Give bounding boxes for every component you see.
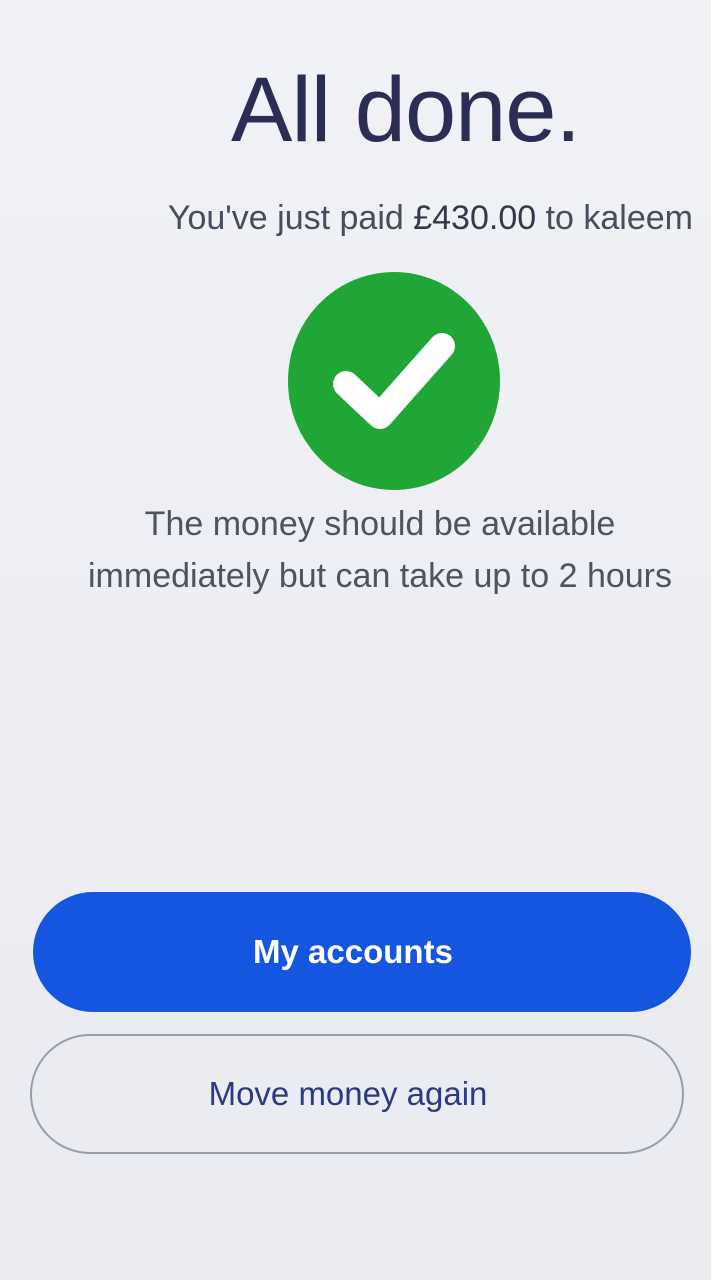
move-money-again-button[interactable]: Move money again	[30, 1034, 684, 1154]
page-title: All done.	[230, 59, 581, 161]
move-money-again-button-label: Move money again	[208, 1075, 488, 1112]
payment-summary-prefix: You've just paid	[167, 199, 414, 237]
my-accounts-button-label: My accounts	[253, 933, 453, 970]
availability-note-line-1: The money should be available	[144, 505, 616, 543]
checkmark-icon	[333, 333, 455, 429]
payment-recipient: to kaleem	[536, 199, 693, 237]
check-circle-icon	[288, 272, 500, 490]
payment-confirmation-screen: All done. You've just paid £430.00 to ka…	[0, 0, 711, 1280]
availability-note: The money should be available immediatel…	[60, 498, 700, 602]
payment-amount: £430.00	[413, 199, 537, 237]
payment-summary: You've just paid £430.00 to kaleem	[0, 195, 711, 241]
availability-note-line-2: immediately but can take up to 2 hours	[88, 557, 672, 595]
my-accounts-button[interactable]: My accounts	[33, 892, 691, 1012]
